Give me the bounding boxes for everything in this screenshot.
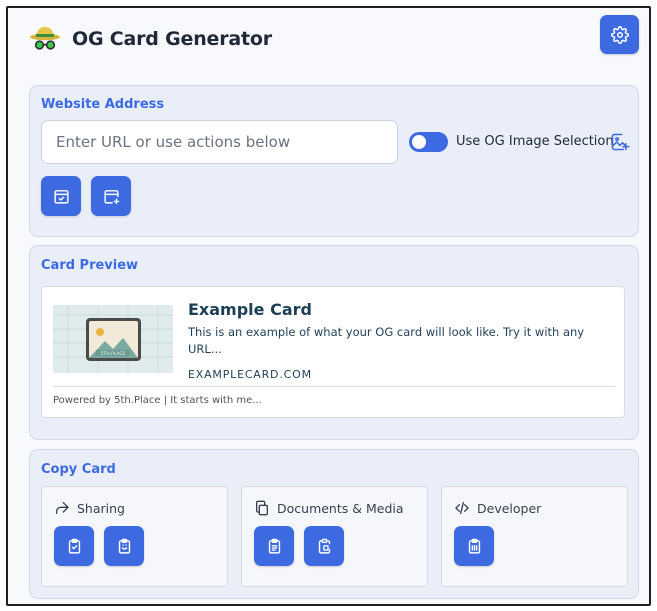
image-caption: 5TH.PLACE [101, 351, 126, 357]
card-description: This is an example of what your OG card … [188, 325, 585, 356]
detective-hat-icon [30, 27, 60, 50]
section-title: Website Address [41, 97, 165, 112]
copy-social-button[interactable] [104, 526, 144, 566]
new-page-button[interactable] [91, 176, 131, 216]
copy-group-documents-media: Documents & Media [241, 486, 428, 587]
group-label: Sharing [77, 500, 125, 516]
copy-documents-icon [256, 500, 268, 516]
toggle-label: Use OG Image Selection [456, 134, 614, 149]
card-divider [53, 386, 615, 387]
group-label: Documents & Media [277, 500, 404, 516]
copy-group-sharing: Sharing [41, 486, 228, 587]
copy-group-developer: Developer [441, 486, 628, 587]
url-input[interactable] [41, 120, 398, 164]
og-image-selection-toggle[interactable] [409, 132, 448, 152]
calendar-add-icon [103, 189, 119, 204]
placeholder-image-icon: 5TH.PLACE [53, 305, 173, 373]
website-address-section: Website Address Use OG Image Selection [29, 85, 639, 237]
card-footer: Powered by 5th.Place | It starts with me… [53, 395, 262, 406]
clipboard-image-icon [318, 538, 330, 554]
clipboard-check-icon [68, 538, 80, 554]
share-arrow-icon [56, 502, 69, 514]
card-preview-section: Card Preview 5TH.PLACE Example Card This… [29, 245, 639, 440]
copy-text-button[interactable] [254, 526, 294, 566]
group-label: Developer [477, 500, 542, 516]
group-header: Developer [454, 500, 541, 516]
image-add-icon[interactable] [610, 132, 630, 152]
calendar-check-icon [53, 189, 69, 204]
gear-icon [610, 25, 629, 44]
app-title: OG Card Generator [72, 28, 272, 50]
clipboard-text-icon [268, 538, 280, 554]
card-domain: EXAMPLECARD.COM [188, 368, 312, 381]
og-card-preview[interactable]: 5TH.PLACE Example Card This is an exampl… [41, 286, 625, 418]
settings-button[interactable] [600, 15, 639, 54]
copy-image-button[interactable] [304, 526, 344, 566]
code-icon [455, 502, 469, 514]
group-header: Documents & Media [254, 500, 404, 516]
copy-card-section: Copy Card Sharing Documents & Media Deve… [29, 449, 639, 599]
clipboard-smile-icon [118, 538, 130, 554]
copy-link-button[interactable] [54, 526, 94, 566]
copy-html-button[interactable] [454, 526, 494, 566]
toggle-knob [412, 135, 426, 149]
section-title: Copy Card [41, 462, 116, 477]
section-title: Card Preview [41, 258, 139, 273]
clipboard-code-icon [468, 538, 480, 554]
fetch-current-page-button[interactable] [41, 176, 81, 216]
card-title: Example Card [188, 300, 312, 319]
group-header: Sharing [54, 500, 125, 516]
app-window: OG Card Generator Website Address Use OG… [6, 6, 651, 606]
